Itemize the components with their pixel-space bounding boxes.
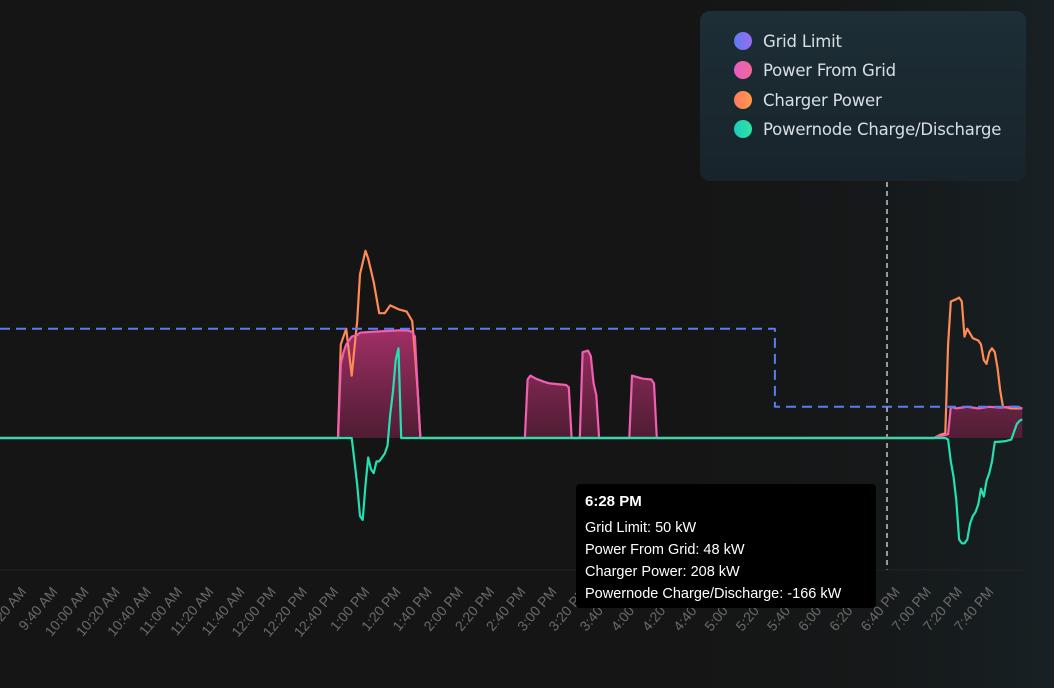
tooltip-charger-power: Charger Power: 208 kW	[585, 564, 740, 580]
tooltip-powernode: Powernode Charge/Discharge: -166 kW	[585, 586, 842, 602]
legend-dot-power-from-grid	[734, 61, 752, 79]
legend-dot-charger-power	[734, 91, 752, 109]
legend-item-grid-limit[interactable]: Grid Limit	[734, 30, 842, 52]
legend-label: Powernode Charge/Discharge	[763, 119, 1002, 139]
chart-stage: 9:20 AM 9:40 AM 10:00 AM 10:20 AM 10:40 AM 11…	[0, 0, 1054, 688]
legend-item-power-from-grid[interactable]: Power From Grid	[734, 59, 896, 81]
hover-tooltip: 6:28 PM Grid Limit: 50 kW Power From Gri…	[576, 484, 876, 608]
legend-dot-powernode	[734, 120, 752, 138]
legend: Grid Limit Power From Grid Charger Power…	[700, 11, 1026, 181]
tooltip-power-from-grid: Power From Grid: 48 kW	[585, 542, 745, 558]
tooltip-grid-limit: Grid Limit: 50 kW	[585, 520, 697, 536]
legend-item-powernode[interactable]: Powernode Charge/Discharge	[734, 118, 1001, 140]
legend-label: Grid Limit	[763, 31, 842, 51]
tooltip-time: 6:28 PM	[585, 493, 642, 510]
legend-dot-grid-limit	[734, 32, 752, 50]
legend-label: Power From Grid	[763, 60, 896, 80]
legend-label: Charger Power	[763, 90, 882, 110]
legend-item-charger-power[interactable]: Charger Power	[734, 89, 882, 111]
